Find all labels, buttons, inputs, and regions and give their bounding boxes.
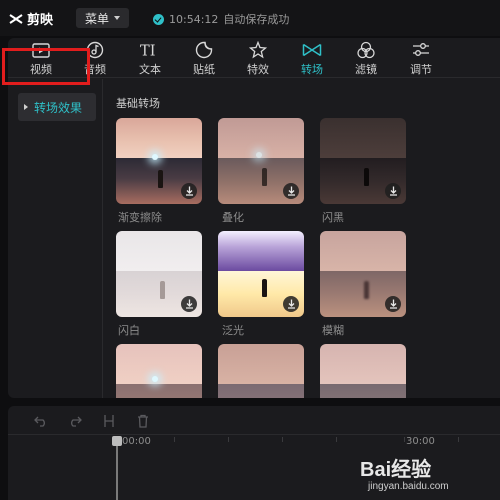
effect-thumb-flash-black[interactable] — [320, 118, 406, 204]
download-icon[interactable] — [283, 296, 299, 312]
caret-right-icon — [24, 104, 28, 110]
section-title: 基础转场 — [116, 97, 160, 110]
menu-button-label: 菜单 — [84, 11, 109, 26]
download-icon[interactable] — [181, 183, 197, 199]
autosave-text: 自动保存成功 — [223, 13, 290, 26]
svg-text:TI: TI — [140, 43, 155, 58]
split-icon[interactable] — [102, 414, 116, 428]
download-icon[interactable] — [385, 296, 401, 312]
timeline-toolbar — [34, 414, 150, 428]
timeline-start-label: 00:00 — [122, 436, 151, 447]
tab-adjust[interactable]: 调节 — [396, 38, 446, 78]
timeline-divider — [8, 434, 500, 435]
effect-thumb[interactable] — [320, 344, 406, 398]
effects-icon — [249, 41, 267, 59]
sidebar-item-label: 转场效果 — [34, 100, 83, 115]
tab-effects[interactable]: 特效 — [233, 38, 283, 78]
effect-thumb-gradient-wipe[interactable] — [116, 118, 202, 204]
download-icon[interactable] — [385, 183, 401, 199]
menu-button[interactable]: 菜单 — [76, 8, 129, 28]
tab-transition-label: 转场 — [301, 63, 323, 76]
material-panel: 视频 音频 TI 文本 贴纸 特效 转场 滤镜 调节 转场效果 基础转场 渐变擦… — [8, 38, 500, 398]
watermark-url: jingyan.baidu.com — [368, 481, 449, 492]
effect-thumb-glow[interactable] — [218, 231, 304, 317]
tab-text-label: 文本 — [139, 63, 161, 76]
tab-transition[interactable]: 转场 — [287, 38, 337, 78]
effect-thumb[interactable] — [116, 344, 202, 398]
highlight-box — [2, 48, 90, 85]
effect-thumb[interactable] — [218, 344, 304, 398]
playhead[interactable] — [112, 436, 122, 500]
effect-label: 闪白 — [118, 324, 140, 337]
download-icon[interactable] — [181, 296, 197, 312]
watermark-brand: Bai经验 — [360, 459, 432, 481]
app-logo: 剪映 — [8, 9, 53, 28]
delete-icon[interactable] — [136, 414, 150, 428]
filter-icon — [357, 41, 375, 59]
tab-filter-label: 滤镜 — [355, 63, 377, 76]
tab-sticker-label: 贴纸 — [193, 63, 215, 76]
adjust-icon — [413, 43, 429, 56]
effect-label: 泛光 — [222, 324, 244, 337]
autosave-time: 10:54:12 — [169, 12, 219, 26]
tab-adjust-label: 调节 — [410, 63, 432, 76]
transition-grid: 基础转场 渐变擦除 叠化 闪黑 闪白 泛光 模糊 — [104, 79, 500, 398]
effect-thumb-blur[interactable] — [320, 231, 406, 317]
redo-icon[interactable] — [68, 414, 82, 428]
app-name: 剪映 — [27, 13, 54, 28]
chevron-down-icon — [114, 16, 120, 20]
baidu-watermark: Bai经验 jingyan.baidu.com — [350, 445, 500, 500]
tab-filter[interactable]: 滤镜 — [341, 38, 391, 78]
effect-label: 叠化 — [222, 211, 244, 224]
effect-label: 模糊 — [322, 324, 344, 337]
effect-thumb-flash-white[interactable] — [116, 231, 202, 317]
text-icon: TI — [140, 43, 155, 58]
transition-icon — [302, 43, 322, 57]
check-circle-icon — [153, 13, 164, 25]
capcut-logo-icon — [9, 13, 23, 24]
tab-effects-label: 特效 — [247, 63, 269, 76]
undo-icon[interactable] — [34, 414, 48, 428]
tab-sticker[interactable]: 贴纸 — [179, 38, 229, 78]
effect-label: 闪黑 — [322, 211, 344, 224]
tab-text[interactable]: TI 文本 — [125, 38, 175, 78]
effect-thumb-dissolve[interactable] — [218, 118, 304, 204]
top-bar: 剪映 菜单 10:54:12 自动保存成功 — [0, 0, 500, 36]
download-icon[interactable] — [283, 183, 299, 199]
sticker-icon — [195, 41, 213, 59]
effect-label: 渐变擦除 — [118, 211, 162, 224]
autosave-status: 10:54:12 自动保存成功 — [153, 11, 289, 27]
transition-sidebar: 转场效果 — [8, 79, 103, 398]
sidebar-item-transition-effects[interactable]: 转场效果 — [18, 93, 96, 121]
